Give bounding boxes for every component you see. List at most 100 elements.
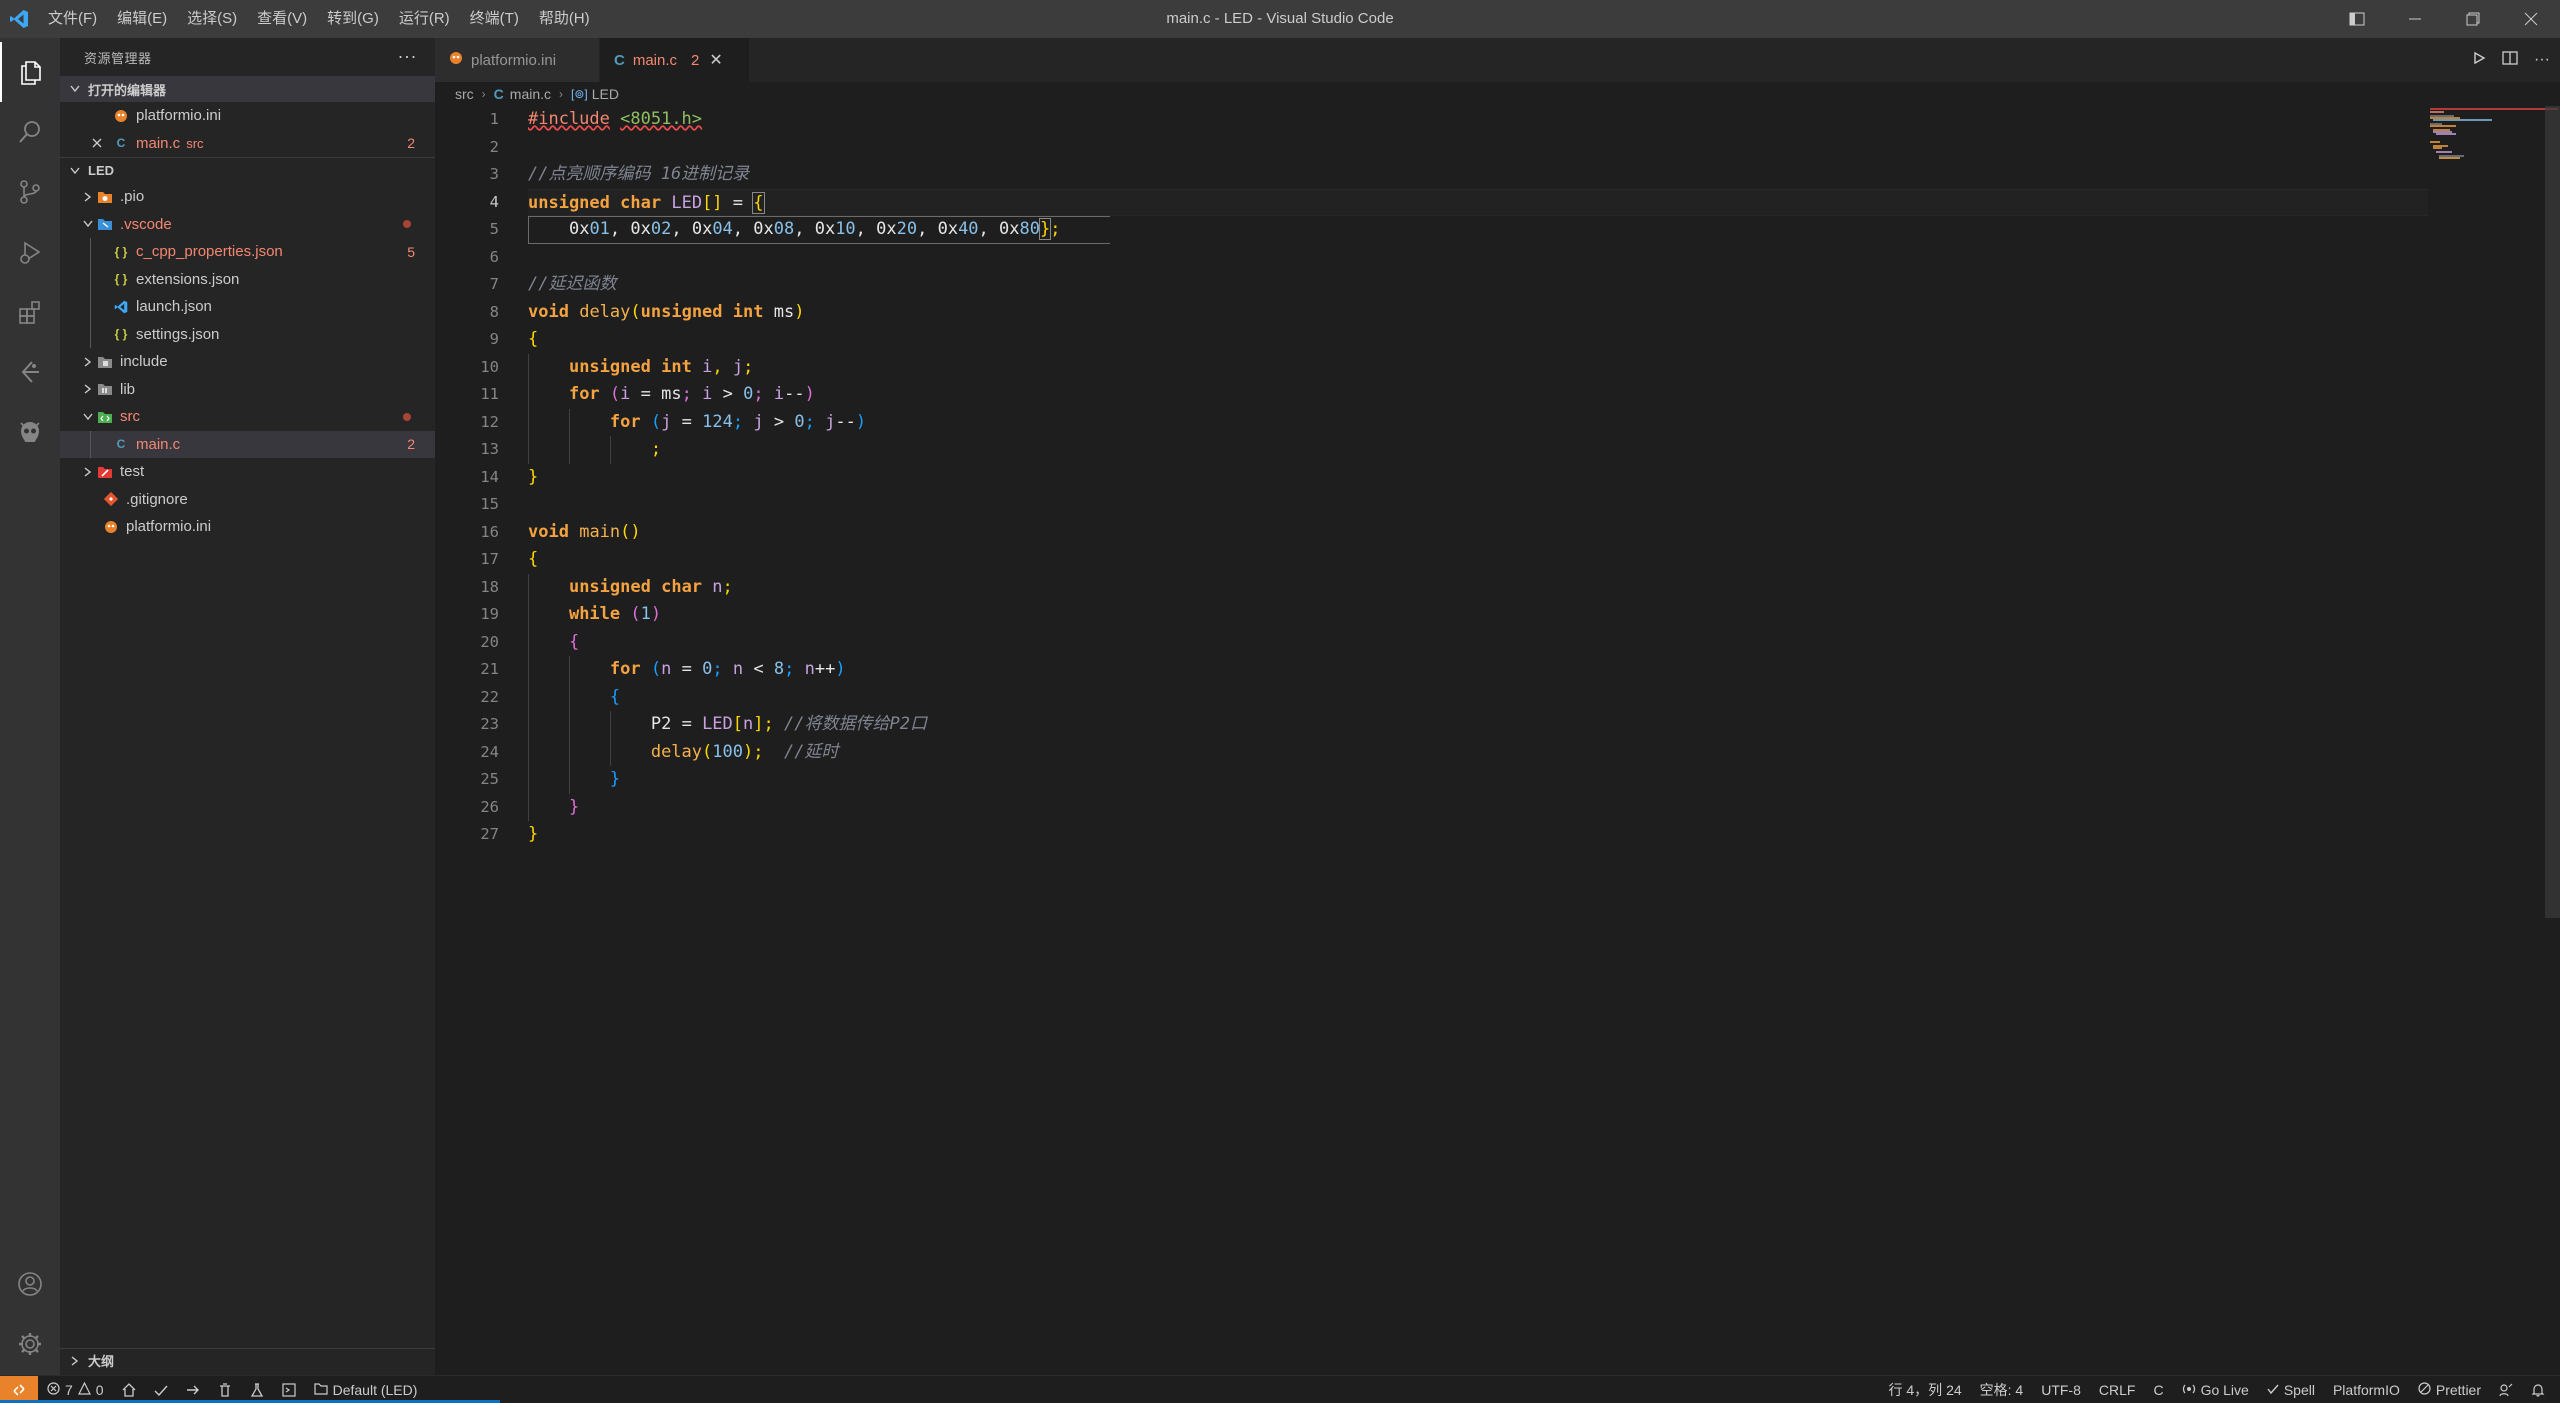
variable-symbol-icon: [⊚] — [571, 87, 588, 101]
breadcrumb-main-c[interactable]: main.c — [510, 86, 551, 102]
code-lines[interactable]: #include <8051.h> //点亮顺序编码 16进制记录 unsign… — [528, 106, 2428, 849]
code-line: #include <8051.h> — [528, 109, 703, 129]
prettier-button[interactable]: Prettier — [2409, 1382, 2490, 1398]
menu-file[interactable]: 文件(F) — [38, 0, 107, 38]
line-number: 14 — [480, 467, 499, 486]
menu-go[interactable]: 转到(G) — [317, 0, 389, 38]
platformio-label[interactable]: PlatformIO — [2324, 1382, 2409, 1398]
extensions-icon[interactable] — [0, 282, 60, 342]
error-icon — [47, 1381, 60, 1398]
tree-file-main-c[interactable]: C main.c 2 — [60, 430, 435, 458]
breadcrumb-src[interactable]: src — [455, 86, 474, 102]
tree-file[interactable]: { } extensions.json — [60, 265, 435, 293]
pio-home-icon[interactable] — [113, 1382, 145, 1397]
encoding[interactable]: UTF-8 — [2032, 1382, 2090, 1398]
line-number: 26 — [480, 797, 499, 816]
run-debug-icon[interactable] — [0, 222, 60, 282]
platformio-icon[interactable] — [0, 402, 60, 462]
run-file-icon[interactable] — [2472, 51, 2486, 69]
pio-test-icon[interactable] — [241, 1382, 273, 1397]
pio-serial-monitor-icon[interactable] — [273, 1382, 305, 1397]
code-line: while (1) — [528, 601, 2428, 629]
tree-folder-pio[interactable]: .pio — [60, 183, 435, 211]
explorer-files-icon[interactable] — [0, 42, 60, 102]
problem-count-badge: 2 — [407, 135, 415, 152]
tree-file[interactable]: platformio.ini — [60, 513, 435, 541]
line-number: 22 — [480, 687, 499, 706]
pio-clean-icon[interactable] — [209, 1382, 241, 1397]
vscode-launch-icon — [112, 298, 130, 316]
more-actions-icon[interactable]: ··· — [2534, 51, 2550, 69]
remote-indicator-icon[interactable] — [0, 1375, 38, 1403]
indentation[interactable]: 空格: 4 — [1971, 1380, 2033, 1400]
open-editor-item[interactable]: C main.c src 2 — [60, 130, 435, 158]
tree-folder-vscode[interactable]: .vscode — [60, 211, 435, 239]
menu-terminal[interactable]: 终端(T) — [460, 0, 529, 38]
tree-file[interactable]: { } settings.json — [60, 320, 435, 348]
tree-folder-test[interactable]: test — [60, 458, 435, 486]
open-editors-section[interactable]: 打开的编辑器 — [60, 76, 435, 102]
feedback-icon[interactable] — [2490, 1383, 2522, 1397]
chevron-down-icon — [80, 413, 96, 421]
line-endings[interactable]: CRLF — [2090, 1382, 2145, 1398]
line-number: 18 — [480, 577, 499, 596]
layout-toggle-icon[interactable] — [2328, 0, 2386, 38]
pio-upload-icon[interactable] — [177, 1383, 209, 1397]
menu-run[interactable]: 运行(R) — [389, 0, 460, 38]
close-window-button[interactable] — [2502, 0, 2560, 38]
menu-view[interactable]: 查看(V) — [247, 0, 317, 38]
settings-gear-icon[interactable] — [0, 1314, 60, 1374]
spell-button[interactable]: Spell — [2258, 1382, 2324, 1398]
tree-file[interactable]: { } c_cpp_properties.json 5 — [60, 238, 435, 266]
go-live-button[interactable]: Go Live — [2173, 1382, 2258, 1399]
tree-file[interactable]: launch.json — [60, 293, 435, 321]
error-count: 7 — [65, 1381, 73, 1398]
git-file-icon — [102, 490, 120, 508]
source-control-icon[interactable] — [0, 162, 60, 222]
tree-item-label: test — [120, 463, 145, 481]
minimap[interactable] — [2430, 106, 2540, 166]
json-file-icon: { } — [114, 327, 128, 342]
language-mode[interactable]: C — [2144, 1382, 2172, 1398]
search-icon[interactable] — [0, 102, 60, 162]
account-icon[interactable] — [0, 1254, 60, 1314]
menu-help[interactable]: 帮助(H) — [529, 0, 600, 38]
pio-build-icon[interactable] — [145, 1383, 177, 1397]
cursor-position[interactable]: 行 4，列 24 — [1880, 1380, 1971, 1400]
status-bar: 7 0 Default (LED) 行 4，列 24 空格: 4 UTF-8 C… — [0, 1375, 2560, 1403]
tab-main-c[interactable]: C main.c 2 ✕ — [600, 38, 750, 82]
outline-section[interactable]: 大纲 — [60, 1348, 435, 1372]
open-editor-item[interactable]: platformio.ini — [60, 102, 435, 130]
warning-icon — [77, 1381, 91, 1398]
editor-scrollbar[interactable] — [2545, 106, 2560, 918]
problems-indicator[interactable]: 7 0 — [38, 1381, 113, 1398]
pio-environment[interactable]: Default (LED) — [305, 1382, 427, 1398]
menu-selection[interactable]: 选择(S) — [177, 0, 247, 38]
tree-folder-src[interactable]: src — [60, 403, 435, 431]
chevron-down-icon — [66, 85, 84, 93]
tab-platformio-ini[interactable]: platformio.ini — [435, 38, 600, 82]
remote-explorer-icon[interactable] — [0, 342, 60, 402]
notifications-bell-icon[interactable] — [2522, 1383, 2554, 1397]
indent-guide — [90, 265, 91, 293]
problem-count-badge: 2 — [407, 436, 415, 453]
folder-section-led[interactable]: LED — [60, 157, 435, 183]
code-editor[interactable]: 1 2 3 4 5 6 7 8 9 10 11 12 13 14 15 16 17 18 19 20 21 22 23 24 2… — [435, 106, 2560, 1375]
tree-folder-include[interactable]: include — [60, 348, 435, 376]
tree-file[interactable]: .gitignore — [60, 486, 435, 514]
split-editor-icon[interactable] — [2502, 51, 2518, 69]
menu-edit[interactable]: 编辑(E) — [107, 0, 177, 38]
code-line: } — [528, 793, 2428, 821]
close-tab-icon[interactable]: ✕ — [709, 50, 722, 70]
tree-folder-lib[interactable]: lib — [60, 376, 435, 404]
breadcrumb-symbol-led[interactable]: LED — [592, 86, 619, 102]
line-number: 4 — [489, 192, 499, 211]
code-line: 0x01, 0x02, 0x04, 0x08, 0x10, 0x20, 0x40… — [528, 216, 2428, 244]
close-editor-icon[interactable] — [82, 138, 112, 148]
line-number: 17 — [480, 550, 499, 568]
indent-guide — [90, 430, 91, 458]
restore-button[interactable] — [2444, 0, 2502, 38]
minimize-button[interactable] — [2386, 0, 2444, 38]
more-actions-icon[interactable]: ··· — [398, 46, 417, 67]
